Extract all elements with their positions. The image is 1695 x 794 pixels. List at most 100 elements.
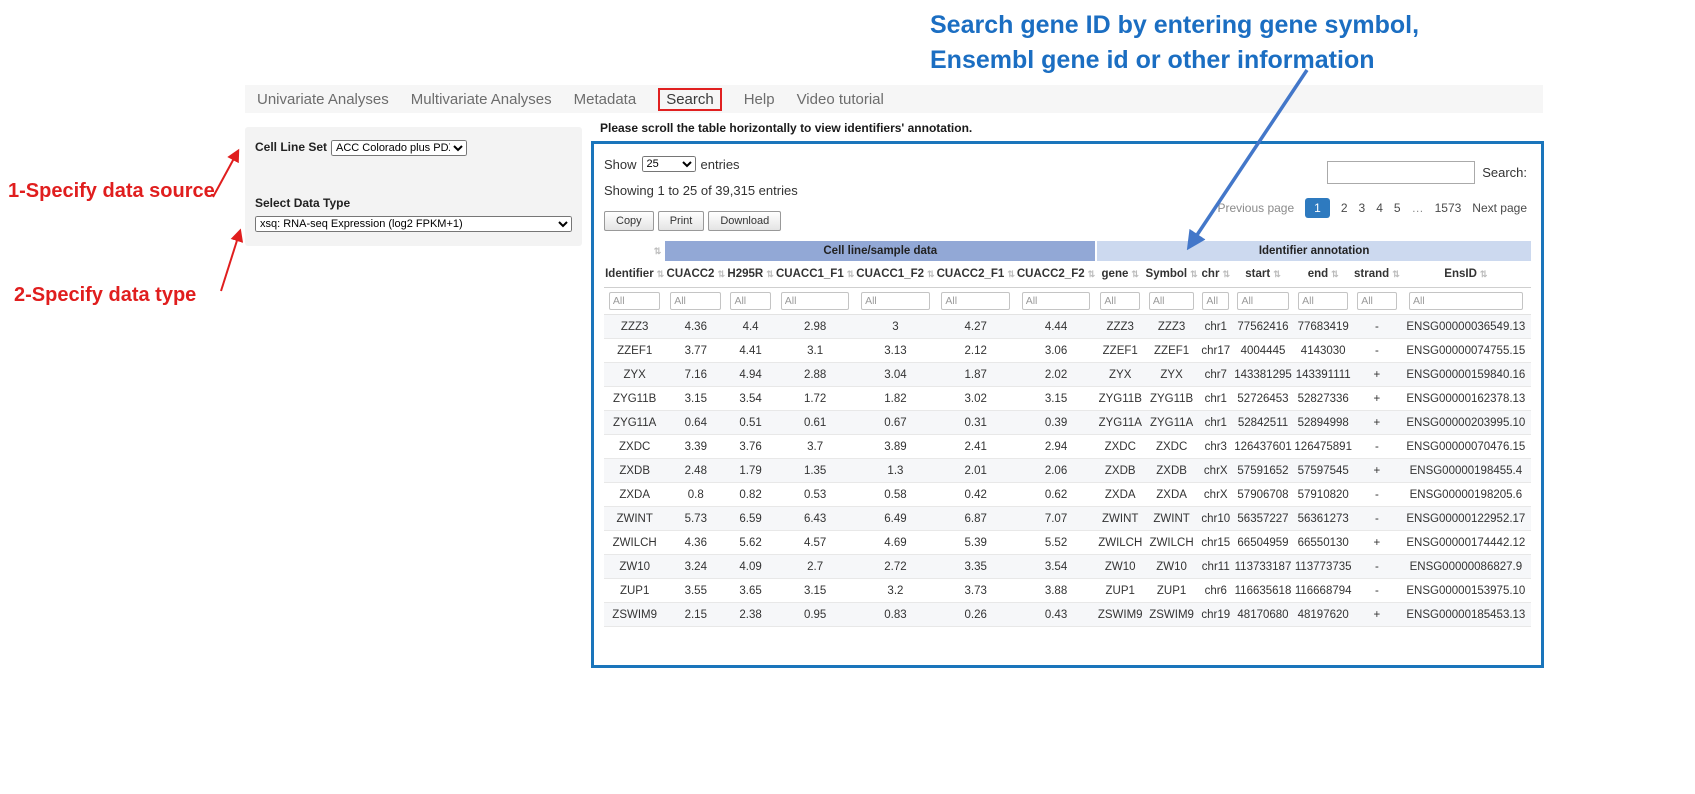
column-header-row: Identifier⇅CUACC2⇅H295R⇅CUACC1_F1⇅CUACC1… [604,261,1531,288]
table-row: ZYX7.164.942.883.041.872.02ZYXZYXchr7143… [604,363,1531,387]
sort-icon: ⇅ [1088,269,1096,279]
column-header-ensid[interactable]: EnsID⇅ [1401,261,1531,288]
nav-item-video-tutorial[interactable]: Video tutorial [797,91,884,108]
sort-icon: ⇅ [1222,269,1230,279]
filter-input-h295r[interactable] [730,292,770,310]
filter-input-ensid[interactable] [1409,292,1523,310]
column-header-cuacc2-f2[interactable]: CUACC2_F2⇅ [1016,261,1096,288]
table-cell: ZZEF1 [1096,339,1144,363]
filter-input-gene[interactable] [1100,292,1140,310]
table-row: ZWILCH4.365.624.574.695.395.52ZWILCHZWIL… [604,531,1531,555]
page-button-2[interactable]: 2 [1341,201,1348,215]
table-cell: ZWINT [604,507,665,531]
search-input[interactable] [1327,161,1475,184]
table-row: ZW103.244.092.72.723.353.54ZW10ZW10chr11… [604,555,1531,579]
filter-input-cuacc2-f1[interactable] [941,292,1010,310]
nav-item-search[interactable]: Search [658,88,722,111]
column-header-strand[interactable]: strand⇅ [1353,261,1401,288]
page-button-5[interactable]: 5 [1394,201,1401,215]
table-cell: 4.41 [726,339,775,363]
column-header-cuacc2[interactable]: CUACC2⇅ [665,261,726,288]
table-cell: chr19 [1199,603,1233,627]
page-length-select[interactable]: 25 [642,156,696,172]
filter-input-start[interactable] [1237,292,1288,310]
filter-input-cuacc1-f2[interactable] [861,292,930,310]
table-cell: ZZEF1 [1144,339,1199,363]
table-cell: 3.7 [775,435,855,459]
table-cell: ZUP1 [1096,579,1144,603]
page-button-3[interactable]: 3 [1359,201,1366,215]
table-cell: 4004445 [1233,339,1294,363]
red-arrow-data-type [221,231,240,291]
column-header-identifier[interactable]: Identifier⇅ [604,261,665,288]
table-cell: 3.88 [1016,579,1096,603]
column-header-cuacc1-f2[interactable]: CUACC1_F2⇅ [855,261,935,288]
nav-item-univariate-analyses[interactable]: Univariate Analyses [257,91,389,108]
copy-button[interactable]: Copy [604,211,654,231]
table-cell: 1.3 [855,459,935,483]
column-header-start[interactable]: start⇅ [1233,261,1294,288]
nav-item-metadata[interactable]: Metadata [574,91,637,108]
data-source-panel: Cell Line SetACC Colorado plus PDX Selec… [245,127,582,246]
nav-item-multivariate-analyses[interactable]: Multivariate Analyses [411,91,552,108]
filter-input-chr[interactable] [1202,292,1229,310]
pagination: Previous page12345…1573Next page [1217,198,1527,218]
table-cell: chr1 [1199,411,1233,435]
column-header-cuacc1-f1[interactable]: CUACC1_F1⇅ [775,261,855,288]
table-cell: ENSG00000074755.15 [1401,339,1531,363]
table-cell: 3.54 [1016,555,1096,579]
filter-input-identifier[interactable] [609,292,661,310]
cell-line-set-select[interactable]: ACC Colorado plus PDX [331,140,467,156]
filter-input-cuacc2-f2[interactable] [1022,292,1091,310]
table-cell: 5.39 [936,531,1016,555]
print-button[interactable]: Print [658,211,705,231]
table-cell: 2.41 [936,435,1016,459]
table-cell: 52827336 [1293,387,1353,411]
nav-item-help[interactable]: Help [744,91,775,108]
identifier-group-cell: ⇅ [604,241,665,261]
table-cell: 3.02 [936,387,1016,411]
page-button-4[interactable]: 4 [1376,201,1383,215]
column-header-h295r[interactable]: H295R⇅ [726,261,775,288]
filter-input-strand[interactable] [1357,292,1396,310]
column-header-gene[interactable]: gene⇅ [1096,261,1144,288]
table-cell: ZYG11B [604,387,665,411]
table-cell: 0.82 [726,483,775,507]
column-header-symbol[interactable]: Symbol⇅ [1144,261,1199,288]
table-cell: chr7 [1199,363,1233,387]
column-header-end[interactable]: end⇅ [1293,261,1353,288]
page-button-1[interactable]: 1 [1305,198,1330,218]
page-button-1573[interactable]: 1573 [1435,201,1462,215]
group-header-identifier-annotation: Identifier annotation [1096,241,1531,261]
table-cell: 1.72 [775,387,855,411]
table-cell: chr15 [1199,531,1233,555]
table-cell: 56357227 [1233,507,1294,531]
next-page-button[interactable]: Next page [1472,201,1527,215]
filter-input-end[interactable] [1298,292,1348,310]
filter-input-symbol[interactable] [1149,292,1195,310]
table-cell: + [1353,363,1401,387]
table-row: ZSWIM92.152.380.950.830.260.43ZSWIM9ZSWI… [604,603,1531,627]
data-type-label: Select Data Type [255,196,572,210]
table-cell: ENSG00000198205.6 [1401,483,1531,507]
data-type-select[interactable]: xsq: RNA-seq Expression (log2 FPKM+1) [255,216,572,232]
previous-page-button[interactable]: Previous page [1217,201,1294,215]
filter-input-cuacc1-f1[interactable] [781,292,850,310]
table-cell: 3.77 [665,339,726,363]
column-header-cuacc2-f1[interactable]: CUACC2_F1⇅ [936,261,1016,288]
annotation-step1: 1-Specify data source [8,180,215,203]
filter-input-cuacc2[interactable] [670,292,721,310]
download-button[interactable]: Download [708,211,781,231]
table-cell: ZYX [604,363,665,387]
table-cell: 48197620 [1293,603,1353,627]
table-cell: chrX [1199,459,1233,483]
search-instruction-note: Search gene ID by entering gene symbol, … [930,8,1470,78]
table-cell: + [1353,531,1401,555]
column-header-chr[interactable]: chr⇅ [1199,261,1233,288]
table-cell: 6.43 [775,507,855,531]
table-cell: 3.15 [775,579,855,603]
table-cell: 0.83 [855,603,935,627]
table-cell: 57591652 [1233,459,1294,483]
table-cell: - [1353,555,1401,579]
table-cell: ENSG00000174442.12 [1401,531,1531,555]
